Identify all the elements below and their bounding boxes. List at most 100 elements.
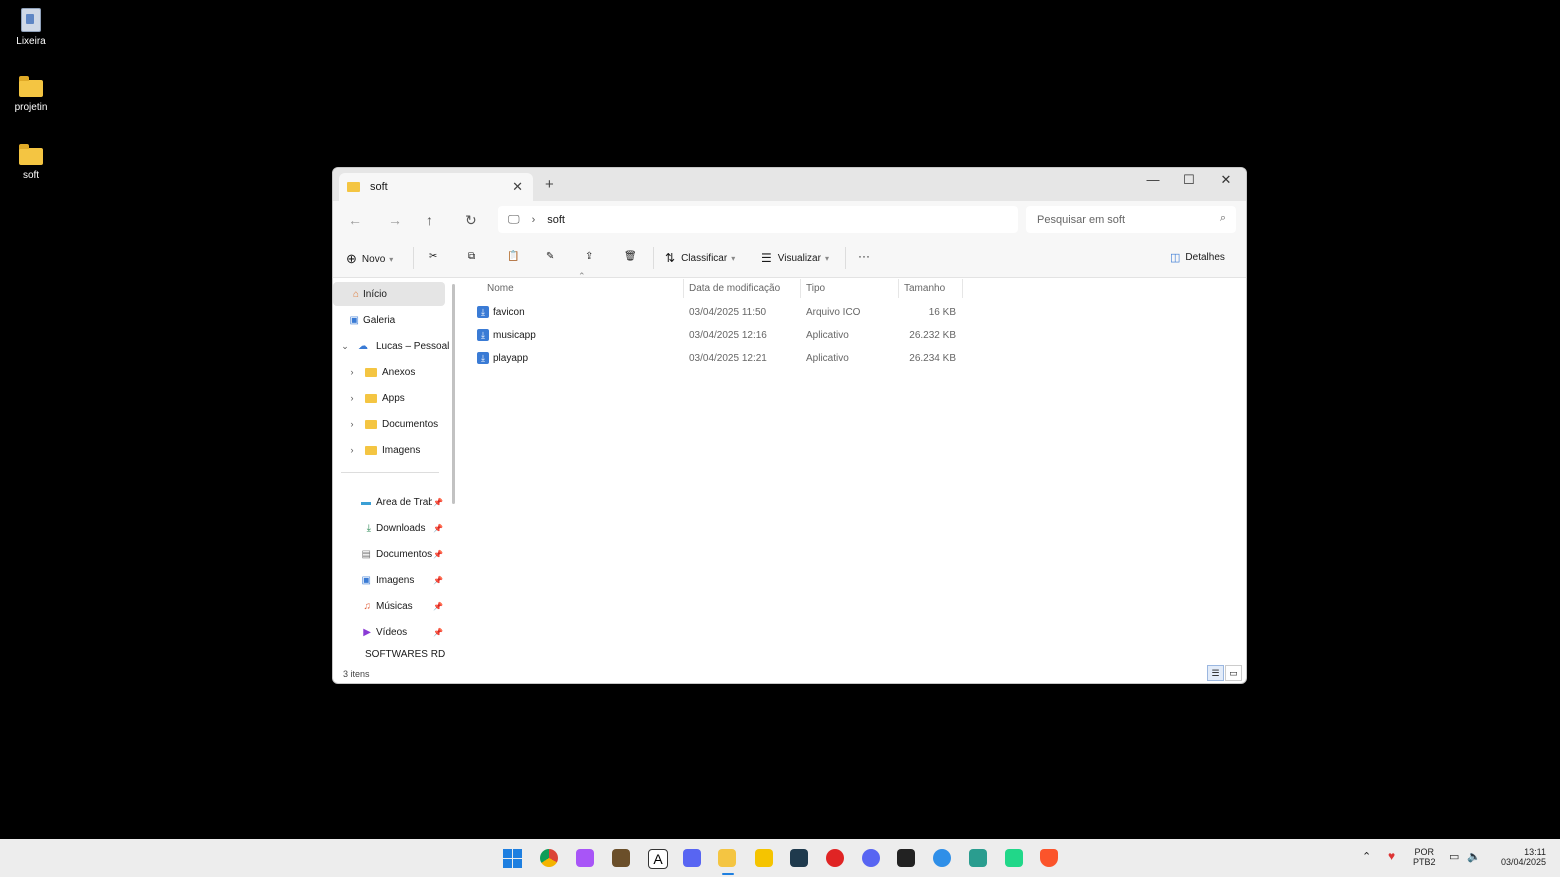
sidebar-item-imagens[interactable]: › Imagens — [333, 438, 445, 462]
copy-icon[interactable]: ⧉ — [468, 251, 475, 262]
search-placeholder: Pesquisar em soft — [1037, 213, 1126, 226]
tray-app-icon[interactable]: ♥ — [1388, 849, 1395, 863]
column-header-date[interactable]: Data de modificação — [689, 283, 780, 294]
language-code: POR — [1414, 847, 1435, 857]
column-divider[interactable] — [962, 279, 963, 298]
divider — [341, 472, 439, 473]
close-button[interactable]: ✕ — [1208, 172, 1244, 188]
app-icon-purple[interactable] — [576, 849, 594, 867]
sidebar-item-gallery[interactable]: ▣ Galeria — [333, 308, 445, 332]
new-tab-button[interactable]: + — [545, 176, 554, 193]
sidebar-item-documentos[interactable]: › Documentos — [333, 412, 445, 436]
jetbrains-icon[interactable] — [790, 849, 808, 867]
app-icon-vs[interactable] — [969, 849, 987, 867]
file-type: Aplicativo — [806, 330, 849, 341]
new-button[interactable]: ⊕ Novo ▾ — [346, 251, 393, 267]
sort-button[interactable]: ⇅ Classificar ▾ — [665, 251, 735, 265]
start-button[interactable] — [503, 849, 522, 868]
column-divider[interactable] — [683, 279, 684, 298]
file-type: Arquivo ICO — [806, 307, 861, 318]
folder-icon — [365, 393, 377, 403]
rockstar-icon[interactable] — [755, 849, 773, 867]
column-header-type[interactable]: Tipo — [806, 283, 825, 294]
minimize-button[interactable]: — — [1135, 172, 1171, 187]
chrome-icon[interactable] — [540, 849, 558, 867]
table-row[interactable]: ⤓ playapp 03/04/2025 12:21 Aplicativo 26… — [474, 348, 964, 370]
column-header-name[interactable]: Nome — [487, 283, 514, 294]
file-size: 26.232 KB — [909, 330, 956, 341]
sidebar-item-label: Imagens — [382, 444, 421, 456]
clock[interactable]: 13:11 03/04/2025 — [1494, 847, 1546, 867]
language-indicator[interactable]: POR PTB2 — [1413, 847, 1436, 867]
paste-icon[interactable]: 📋 — [507, 251, 519, 262]
search-input[interactable]: Pesquisar em soft ⌕ — [1026, 206, 1236, 233]
volume-icon[interactable]: 🔈 — [1467, 850, 1481, 863]
sidebar-item-onedrive[interactable]: ⌄ ☁ Lucas – Pessoal — [333, 334, 453, 358]
sidebar-item-downloads[interactable]: ⤓ Downloads 📌 — [333, 516, 445, 540]
gallery-icon: ▣ — [349, 314, 359, 326]
more-options-icon[interactable]: ··· — [858, 249, 870, 263]
sidebar-item-anexos[interactable]: › Anexos — [333, 360, 445, 384]
share-icon[interactable]: ⇪ — [585, 251, 593, 262]
sidebar-item-label: Apps — [382, 392, 405, 404]
breadcrumb-item[interactable]: soft — [547, 214, 565, 226]
pin-icon: 📌 — [433, 549, 443, 559]
sidebar-item-label: Documentos — [382, 418, 439, 430]
address-field[interactable]: 🖵 › soft — [498, 206, 1018, 233]
discord-icon[interactable] — [862, 849, 880, 867]
desktop-icon-projetin[interactable]: projetin — [6, 76, 56, 113]
sidebar-item-label: Galeria — [363, 314, 396, 326]
back-arrow-icon[interactable]: ← — [348, 212, 362, 228]
sidebar-item-label: Imagens — [376, 574, 415, 586]
close-tab-icon[interactable]: ✕ — [512, 179, 523, 195]
sidebar-item-videos[interactable]: ▶ Vídeos 📌 — [333, 620, 445, 644]
sidebar-scrollbar[interactable] — [452, 284, 455, 504]
music-icon: ♫ — [363, 600, 372, 612]
terminal-icon[interactable] — [897, 849, 915, 867]
details-button[interactable]: ◫ Detalhes — [1170, 251, 1225, 264]
browser-icon[interactable] — [933, 849, 951, 867]
network-icon[interactable]: ▭ — [1449, 850, 1459, 863]
brave-icon[interactable] — [1040, 849, 1058, 867]
table-row[interactable]: ⤓ favicon 03/04/2025 11:50 Arquivo ICO 1… — [474, 302, 964, 324]
cut-icon[interactable]: ✂ — [429, 251, 437, 262]
column-divider[interactable] — [800, 279, 801, 298]
rename-icon[interactable]: ✎ — [546, 251, 554, 262]
tab-soft[interactable]: soft ✕ — [339, 173, 533, 201]
desktop-icon-recycle-bin[interactable]: Lixeira — [6, 8, 56, 47]
sidebar-item-softwares-rd[interactable]: SOFTWARES RD — [333, 646, 445, 662]
chevron-up-icon[interactable]: ⌃ — [1362, 850, 1371, 863]
pin-icon: 📌 — [433, 627, 443, 637]
refresh-icon[interactable]: ↻ — [465, 212, 477, 229]
column-divider[interactable] — [898, 279, 899, 298]
column-header-size[interactable]: Tamanho — [904, 283, 945, 294]
file-name: musicapp — [493, 330, 536, 341]
app-icon-red[interactable] — [826, 849, 844, 867]
sidebar-item-apps[interactable]: › Apps — [333, 386, 445, 410]
sidebar-item-music[interactable]: ♫ Músicas 📌 — [333, 594, 445, 618]
tiles-view-icon[interactable]: ▭ — [1225, 665, 1242, 681]
sidebar-item-desktop[interactable]: ▬ Área de Trabalho 📌 — [333, 490, 445, 514]
delete-icon[interactable]: 🗑 — [624, 251, 637, 262]
view-button[interactable]: ☰ Visualizar ▾ — [761, 251, 829, 265]
app-icon-a[interactable]: A — [648, 849, 668, 869]
sidebar-item-documents[interactable]: ▤ Documentos 📌 — [333, 542, 445, 566]
file-explorer-icon[interactable] — [718, 849, 736, 867]
keyboard-layout: PTB2 — [1413, 857, 1436, 867]
desktop-icon-soft[interactable]: soft — [6, 144, 56, 181]
tab-title: soft — [370, 181, 388, 193]
file-icon: ⤓ — [477, 352, 489, 364]
folder-icon — [19, 144, 43, 165]
table-row[interactable]: ⤓ musicapp 03/04/2025 12:16 Aplicativo 2… — [474, 325, 964, 347]
sidebar-item-label: Área de Trabalho — [376, 496, 432, 508]
up-arrow-icon[interactable]: ↑ — [426, 212, 433, 228]
sidebar-item-home[interactable]: ⌂ Início — [333, 282, 445, 306]
minecraft-icon[interactable] — [612, 849, 630, 867]
forward-arrow-icon[interactable]: → — [388, 212, 402, 228]
file-name: favicon — [493, 307, 525, 318]
sidebar-item-pictures[interactable]: ▣ Imagens 📌 — [333, 568, 445, 592]
app-icon-blue[interactable] — [683, 849, 701, 867]
pycharm-icon[interactable] — [1005, 849, 1023, 867]
details-view-icon[interactable]: ☰ — [1207, 665, 1224, 681]
maximize-button[interactable]: ☐ — [1171, 172, 1207, 188]
